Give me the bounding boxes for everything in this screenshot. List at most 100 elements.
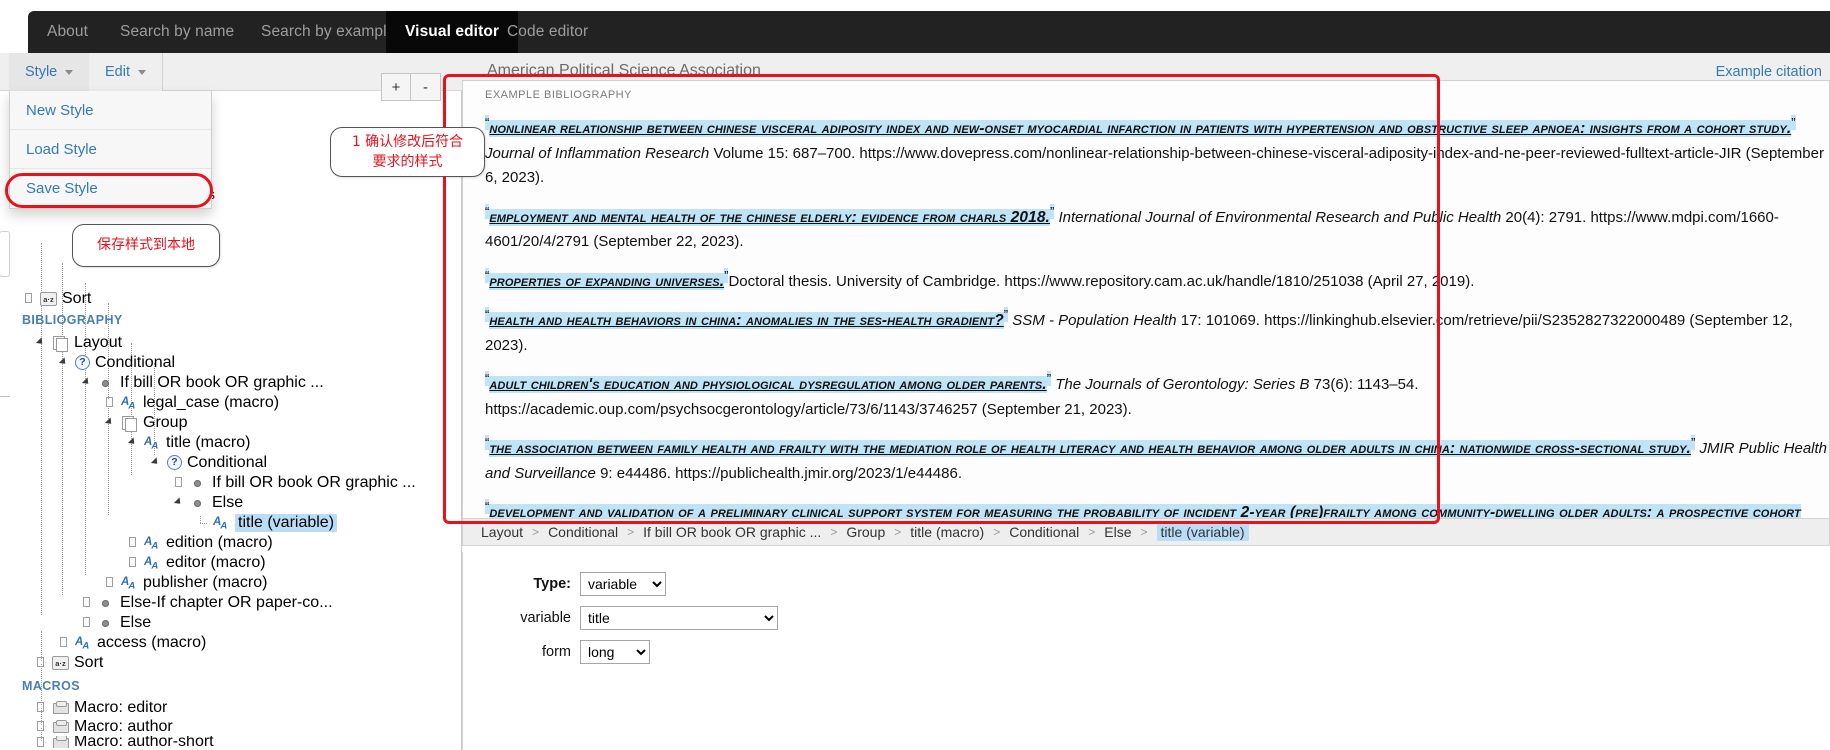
- collapse-chevron-icon[interactable]: [128, 436, 141, 449]
- bibliography-section-header: BIBLIOGRAPHY: [22, 313, 123, 327]
- citation-title[interactable]: Properties of Expanding Universes.: [489, 272, 725, 290]
- citation-item[interactable]: “Health and Health Behaviors in China: A…: [485, 303, 1829, 358]
- type-label: Type:: [533, 576, 571, 592]
- edit-menu-label: Edit: [105, 64, 130, 80]
- bullet-icon: [190, 495, 207, 510]
- collapse-chevron-icon[interactable]: [105, 416, 118, 429]
- tree-row-elseif-chapter[interactable]: Else-If chapter OR paper-co...: [82, 593, 333, 613]
- edit-menu-button[interactable]: Edit: [89, 53, 163, 91]
- brick-icon: [52, 736, 69, 748]
- zoom-controls: + -: [381, 73, 441, 101]
- type-select[interactable]: variablemacrotextnumberdate: [580, 572, 666, 596]
- collapse-chevron-icon[interactable]: [174, 496, 187, 509]
- breadcrumb-separator: >: [1088, 525, 1096, 539]
- tree-row-legal-case-macro[interactable]: AA legal_case (macro): [105, 393, 279, 413]
- breadcrumb-item-title-variable[interactable]: title (variable): [1156, 523, 1249, 541]
- breadcrumb-item-else[interactable]: Else: [1104, 524, 1131, 540]
- variable-label: variable: [520, 610, 571, 626]
- citation-item[interactable]: “Development and Validation of a Prelimi…: [485, 495, 1829, 519]
- form-row-type: Type: variablemacrotextnumberdate: [471, 570, 1830, 598]
- tree-row-conditional-2[interactable]: ? Conditional: [151, 453, 267, 473]
- tree-row-macro-author[interactable]: Macro: author: [36, 717, 173, 737]
- zoom-in-button[interactable]: +: [381, 73, 411, 101]
- nav-item-about[interactable]: About: [28, 11, 107, 53]
- zoom-out-button[interactable]: -: [411, 73, 441, 101]
- citation-details: 9: e44486. https://publichealth.jmir.org…: [595, 464, 962, 482]
- style-menu-button[interactable]: Style: [9, 53, 91, 91]
- tree-row-conditional-1[interactable]: ? Conditional: [59, 353, 175, 373]
- citation-title[interactable]: The Association Between Family Health an…: [489, 440, 1691, 457]
- expand-chevron-icon[interactable]: [105, 396, 118, 409]
- close-quote: ”: [1046, 371, 1052, 386]
- tree-row-editor-macro[interactable]: AA editor (macro): [128, 553, 266, 573]
- breadcrumb-item-layout[interactable]: Layout: [481, 524, 523, 540]
- citation-title[interactable]: Adult Children's Education and Physiolog…: [489, 376, 1047, 393]
- menu-item-load-style[interactable]: Load Style: [10, 130, 211, 169]
- collapse-chevron-icon[interactable]: [59, 356, 72, 369]
- preview-heading: EXAMPLE BIBLIOGRAPHY: [485, 89, 632, 101]
- tree-row-label: Else-If chapter OR paper-co...: [120, 593, 333, 611]
- citation-item[interactable]: “Nonlinear Relationship Between Chinese …: [485, 111, 1829, 191]
- menu-item-save-style[interactable]: Save Style: [10, 169, 211, 208]
- tree-row-macro-author-short[interactable]: Macro: author-short: [36, 736, 214, 748]
- nav-item-code-editor[interactable]: Code editor: [488, 11, 607, 53]
- expand-chevron-icon[interactable]: [36, 736, 49, 748]
- menu-item-new-style[interactable]: New Style: [10, 91, 211, 130]
- breadcrumb-item-title-macro[interactable]: title (macro): [910, 524, 984, 540]
- tree-row-publisher-macro[interactable]: AA publisher (macro): [105, 573, 267, 593]
- tree-row-if-bill-1[interactable]: If bill OR book OR graphic ...: [82, 373, 324, 393]
- expand-chevron-icon[interactable]: [174, 476, 187, 489]
- collapse-chevron-icon[interactable]: [82, 376, 95, 389]
- expand-chevron-icon[interactable]: [36, 701, 49, 714]
- citation-item[interactable]: “Adult Children's Education and Physiolo…: [485, 367, 1829, 422]
- tree-row-group[interactable]: Group: [105, 413, 187, 433]
- panel-resize-handle-top[interactable]: [0, 231, 10, 277]
- citation-title[interactable]: Health and Health Behaviors in China: An…: [489, 312, 1004, 329]
- close-quote: ”: [1049, 203, 1055, 219]
- variable-select[interactable]: titleauthorpublisheredition: [580, 606, 778, 630]
- bullet-icon: [190, 475, 207, 490]
- tree-row-sort-top[interactable]: a·z Sort: [24, 289, 91, 309]
- tree-row-else-2[interactable]: Else: [82, 613, 151, 633]
- expand-chevron-icon[interactable]: [82, 596, 95, 609]
- nav-item-search-by-name[interactable]: Search by name: [101, 11, 253, 53]
- tree-row-edition-macro[interactable]: AA edition (macro): [128, 533, 273, 553]
- expand-chevron-icon[interactable]: [105, 576, 118, 589]
- breadcrumb-item-conditional-2[interactable]: Conditional: [1009, 524, 1079, 540]
- property-form: Type: variablemacrotextnumberdate variab…: [462, 552, 1830, 750]
- citation-title[interactable]: Employment and Mental Health of the Chin…: [489, 208, 1050, 226]
- expand-chevron-icon[interactable]: [36, 720, 49, 733]
- breadcrumb-item-group[interactable]: Group: [846, 524, 885, 540]
- breadcrumb-item-conditional[interactable]: Conditional: [548, 524, 618, 540]
- tree-row-else-1[interactable]: Else: [174, 493, 243, 513]
- tree-row-layout[interactable]: Layout: [36, 333, 122, 353]
- citation-title[interactable]: Nonlinear Relationship Between Chinese V…: [489, 120, 1792, 137]
- tree-row-label: If bill OR book OR graphic ...: [212, 473, 416, 491]
- expand-chevron-icon[interactable]: [128, 556, 141, 569]
- tree-row-title-variable-selected[interactable]: AA title (variable): [197, 513, 338, 533]
- close-quote: ”: [1003, 307, 1009, 322]
- expand-chevron-icon[interactable]: [59, 636, 72, 649]
- collapse-chevron-icon[interactable]: [36, 336, 49, 349]
- citation-item[interactable]: “Employment and Mental Health of the Chi…: [485, 200, 1829, 255]
- macro-icon: AA: [75, 636, 89, 652]
- breadcrumb-item-if-bill[interactable]: If bill OR book OR graphic ...: [643, 524, 821, 540]
- tree-row-title-macro[interactable]: AA title (macro): [128, 433, 250, 453]
- collapse-chevron-icon[interactable]: [151, 456, 164, 469]
- expand-chevron-icon[interactable]: [24, 292, 37, 305]
- form-select[interactable]: longshort: [580, 640, 650, 664]
- app-root: About Search by name Search by example V…: [0, 0, 1830, 750]
- citation-item[interactable]: “Properties of Expanding Universes.”Doct…: [485, 264, 1829, 295]
- expand-chevron-icon[interactable]: [128, 536, 141, 549]
- citation-journal: SSM - Population Health: [1012, 312, 1177, 329]
- expand-chevron-icon[interactable]: [82, 616, 95, 629]
- tree-row-sort-bottom[interactable]: a·z Sort: [36, 653, 103, 673]
- tree-row-access-macro[interactable]: AA access (macro): [59, 633, 206, 653]
- citation-journal: International Journal of Environmental R…: [1058, 208, 1502, 226]
- expand-chevron-icon[interactable]: [36, 656, 49, 669]
- tree-row-macro-editor[interactable]: Macro: editor: [36, 698, 167, 718]
- sort-icon: a·z: [40, 291, 57, 306]
- citation-item[interactable]: “The Association Between Family Health a…: [485, 431, 1829, 486]
- style-title: American Political Science Association: [487, 62, 761, 79]
- tree-row-if-bill-2[interactable]: If bill OR book OR graphic ...: [174, 473, 416, 493]
